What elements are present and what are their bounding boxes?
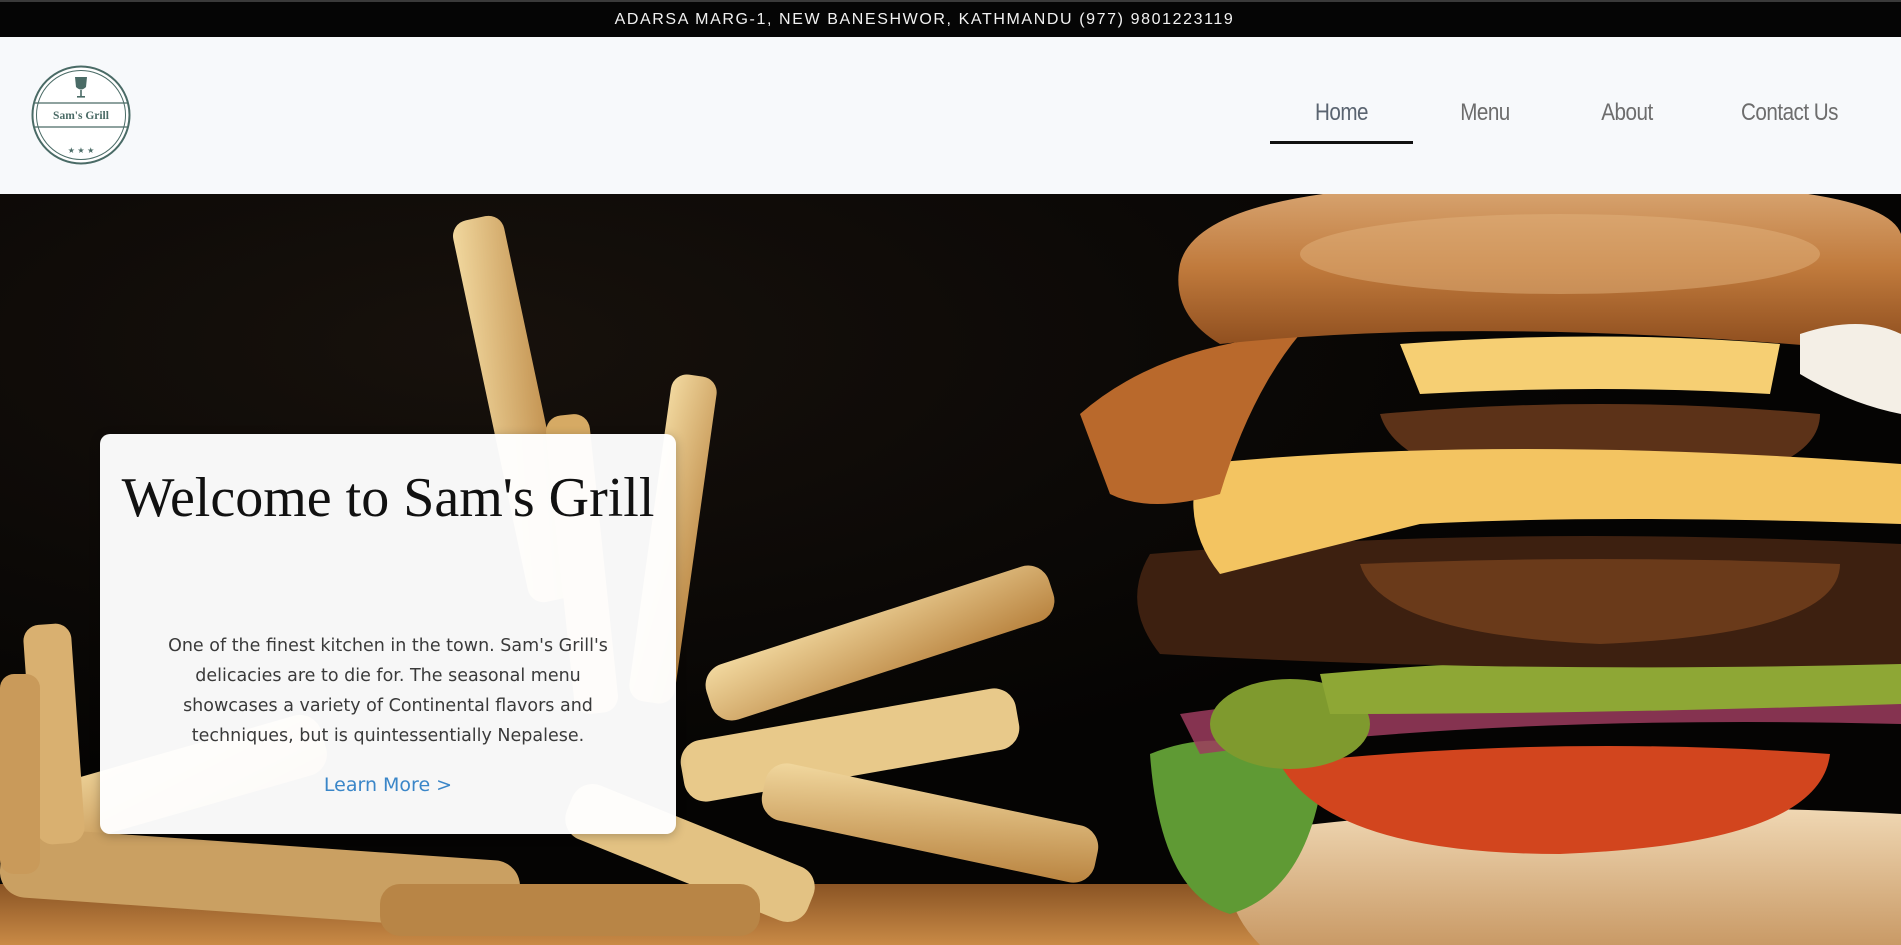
welcome-card: Welcome to Sam's Grill One of the finest…: [100, 434, 676, 834]
learn-more-link[interactable]: Learn More >: [100, 774, 676, 796]
burger: [1080, 194, 1901, 945]
nav-item-about[interactable]: About: [1571, 99, 1683, 135]
hero-title: Welcome to Sam's Grill: [121, 467, 655, 529]
hero-description: One of the finest kitchen in the town. S…: [168, 636, 608, 746]
nav-item-contact-us[interactable]: Contact Us: [1723, 99, 1856, 135]
nav-item-home[interactable]: Home: [1280, 99, 1403, 135]
address-phone-text: ADARSA MARG-1, NEW BANESHWOR, KATHMANDU …: [614, 10, 1235, 28]
nav-active-underline: [1270, 141, 1413, 144]
nav-item-menu[interactable]: Menu: [1429, 99, 1541, 135]
site-header: Sam's Grill ★ ★ ★ Home Menu About Contac…: [0, 37, 1901, 194]
top-info-bar: ADARSA MARG-1, NEW BANESHWOR, KATHMANDU …: [0, 0, 1901, 37]
main-nav: Home Menu About Contact Us: [0, 37, 1901, 194]
hero-section: Welcome to Sam's Grill One of the finest…: [0, 194, 1901, 945]
